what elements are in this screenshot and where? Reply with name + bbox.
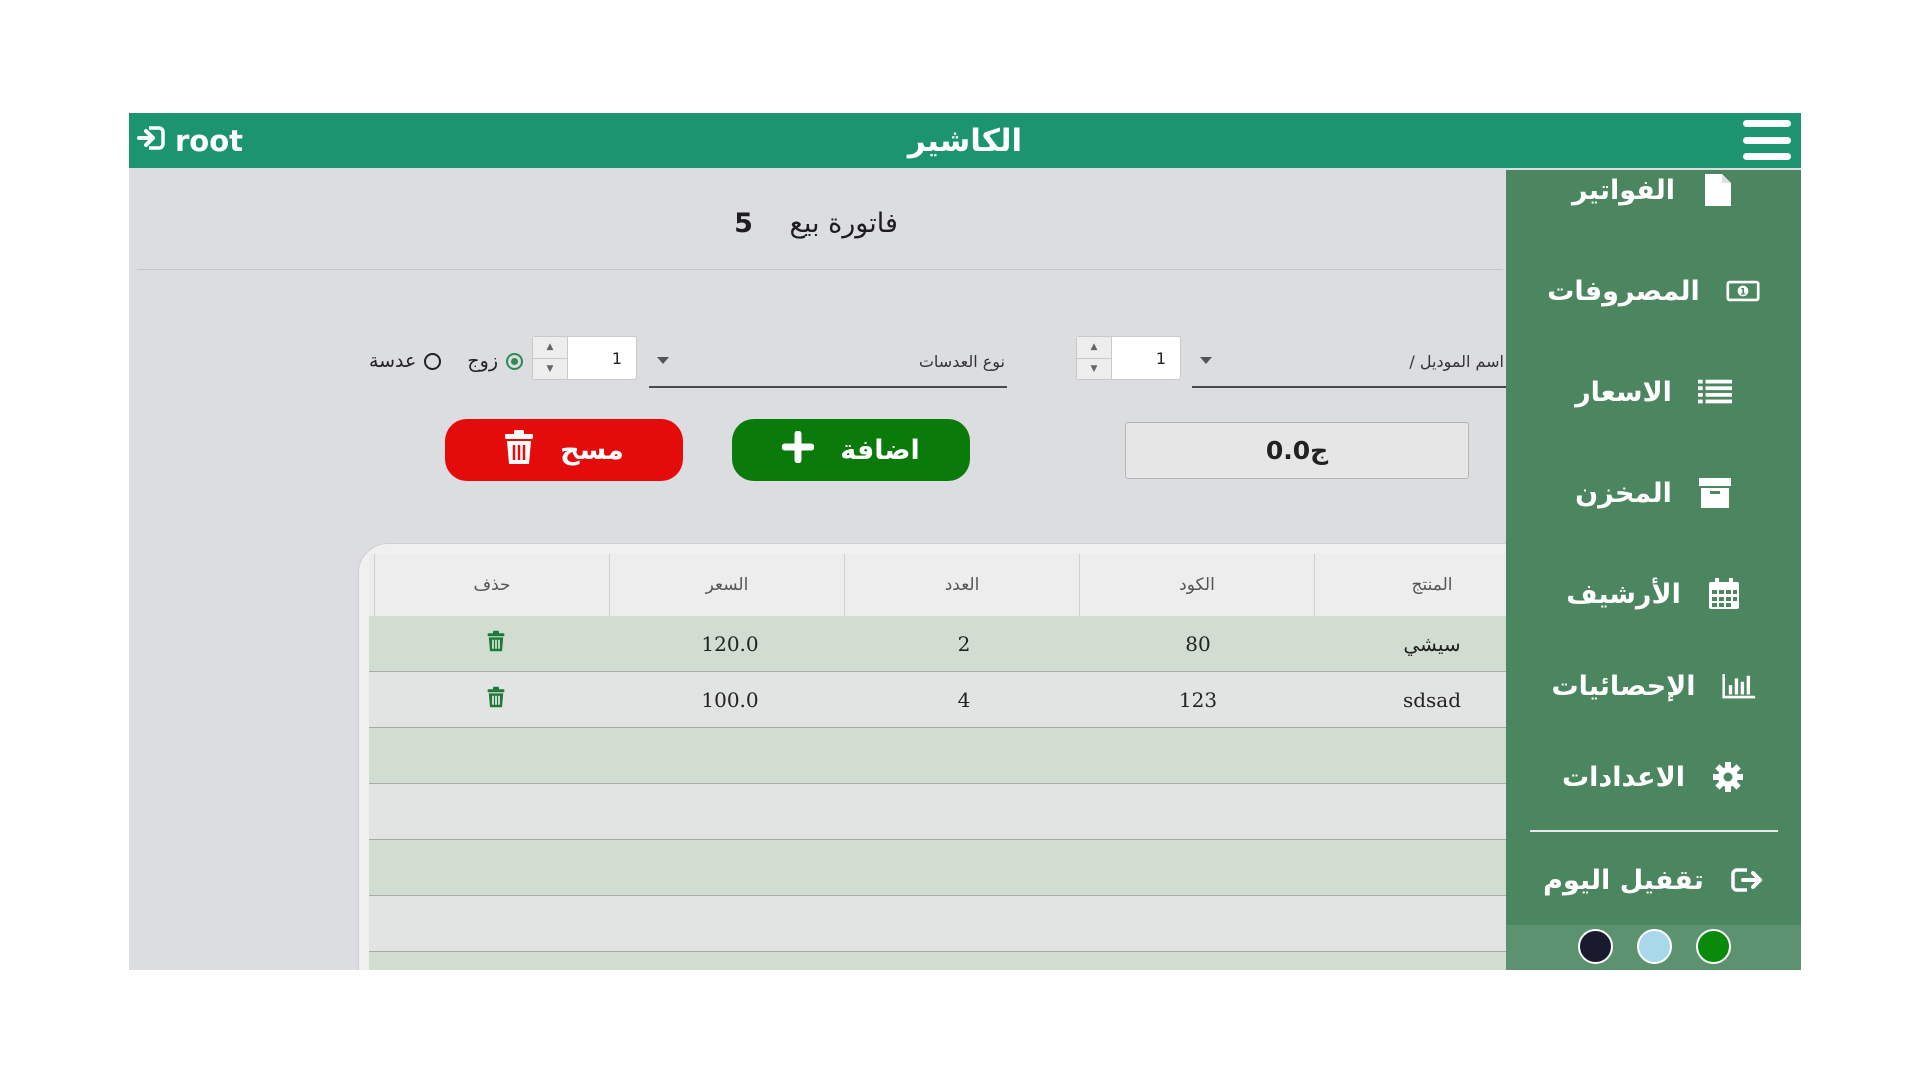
column-header-price[interactable]: السعر (609, 554, 844, 616)
lens-quantity-stepper[interactable]: ▲ ▼ 1 (532, 336, 637, 380)
cell-count: 2 (957, 631, 971, 656)
cell-code: 123 (1178, 687, 1218, 712)
cell-delete (379, 616, 613, 671)
model-quantity-stepper[interactable]: ▲ ▼ 1 (1076, 336, 1181, 380)
invoice-number: 5 (734, 208, 753, 239)
menu-item-invoices[interactable]: الفواتير (1506, 160, 1801, 220)
theme-dark-button[interactable] (1578, 929, 1613, 964)
stepper-arrows[interactable]: ▲ ▼ (533, 337, 568, 379)
archive-box-icon (1698, 476, 1732, 510)
menu-item-label: الاعدادات (1562, 761, 1685, 793)
column-header-delete[interactable]: حذف (374, 554, 609, 616)
column-header-code[interactable]: الكود (1079, 554, 1314, 616)
pair-or-lens-radio-group: زوج عدسة (358, 336, 523, 386)
svg-text:1: 1 (1740, 288, 1746, 298)
radio-pair[interactable] (506, 352, 523, 370)
invoice-label: فاتورة بيع (789, 208, 898, 239)
total-display: 0.0ج (1125, 422, 1469, 479)
table-row[interactable]: sdsad 123 4 100.0 (369, 672, 1539, 728)
theme-selector (1506, 925, 1801, 970)
menu-item-expenses[interactable]: 1 المصروفات (1506, 261, 1801, 321)
gear-icon (1711, 760, 1745, 794)
trash-icon[interactable] (487, 630, 505, 657)
decrement-icon[interactable]: ▼ (533, 359, 567, 380)
table-row-empty (369, 784, 1539, 840)
hamburger-menu-icon[interactable] (1743, 120, 1791, 160)
menu-item-warehouse[interactable]: المخزن (1506, 463, 1801, 523)
calendar-icon (1707, 577, 1741, 611)
increment-icon[interactable]: ▲ (1077, 337, 1111, 359)
menu-item-label: الأرشيف (1566, 578, 1681, 610)
radio-pair-label: زوج (467, 350, 498, 372)
menu-item-label: تقفيل اليوم (1543, 864, 1704, 896)
chevron-down-icon (657, 357, 669, 364)
table-row-empty (369, 952, 1539, 970)
lens-type-select[interactable]: نوع العدسات (649, 336, 1007, 388)
menu-item-settings[interactable]: الاعدادات (1506, 747, 1801, 807)
sign-out-icon (1730, 863, 1764, 897)
menu-item-label: الإحصائيات (1551, 670, 1696, 702)
menu-item-close-day[interactable]: تقفيل اليوم (1506, 850, 1801, 910)
cell-code: 80 (1185, 631, 1211, 656)
trash-icon (504, 429, 534, 472)
chevron-down-icon (1200, 357, 1212, 364)
table-row[interactable]: سيشي 80 2 120.0 (369, 616, 1539, 672)
menu-item-label: الاسعار (1575, 376, 1672, 408)
stepper-arrows[interactable]: ▲ ▼ (1077, 337, 1112, 379)
increment-icon[interactable]: ▲ (533, 337, 567, 359)
cell-delete (379, 672, 613, 727)
column-header-count[interactable]: العدد (844, 554, 1079, 616)
radio-lens[interactable] (424, 352, 442, 370)
cell-count: 4 (957, 687, 971, 712)
menu-item-archive[interactable]: الأرشيف (1506, 564, 1801, 624)
menu-item-label: الفواتير (1572, 174, 1675, 206)
lens-quantity-value[interactable]: 1 (568, 337, 636, 379)
theme-green-button[interactable] (1696, 929, 1731, 964)
menu-item-statistics[interactable]: الإحصائيات (1506, 656, 1801, 716)
menu-divider (1530, 830, 1778, 832)
bar-chart-icon (1721, 669, 1756, 703)
model-quantity-value[interactable]: 1 (1112, 337, 1180, 379)
items-table: المنتج الكود العدد السعر حذف سيشي 80 2 1… (358, 543, 1540, 970)
file-icon (1701, 173, 1735, 207)
radio-lens-label: عدسة (368, 350, 417, 372)
table-header-row: المنتج الكود العدد السعر حذف (369, 554, 1539, 617)
divider (137, 269, 1503, 270)
clear-button[interactable]: مسح (445, 419, 683, 481)
menu-item-prices[interactable]: الاسعار (1506, 362, 1801, 422)
invoice-title: فاتورة بيع 5 (129, 208, 1503, 239)
table-row-empty (369, 840, 1539, 896)
model-select[interactable]: اسم الموديل / (1192, 336, 1506, 388)
lens-type-label: نوع العدسات (918, 351, 1005, 371)
add-button[interactable]: اضافة (732, 419, 970, 481)
app-window: root الكاشير فاتورة بيع 5 اسم الموديل / … (129, 113, 1801, 970)
clear-button-label: مسح (560, 434, 624, 466)
list-icon (1697, 375, 1732, 409)
table-row-empty (369, 896, 1539, 952)
model-select-label: اسم الموديل / (1409, 351, 1504, 371)
add-button-label: اضافة (840, 434, 920, 466)
menu-item-label: المخزن (1575, 477, 1672, 509)
table-row-empty (369, 728, 1539, 784)
plus-icon (781, 430, 815, 470)
menu-item-label: المصروفات (1547, 275, 1700, 307)
theme-light-blue-button[interactable] (1637, 929, 1672, 964)
cell-price: 100.0 (701, 687, 759, 712)
cell-price: 120.0 (701, 631, 759, 656)
trash-icon[interactable] (487, 686, 505, 713)
money-icon: 1 (1726, 274, 1760, 308)
decrement-icon[interactable]: ▼ (1077, 359, 1111, 380)
side-menu: الفواتير 1 المصروفات الاسعار المخزن الأر… (1506, 170, 1801, 970)
